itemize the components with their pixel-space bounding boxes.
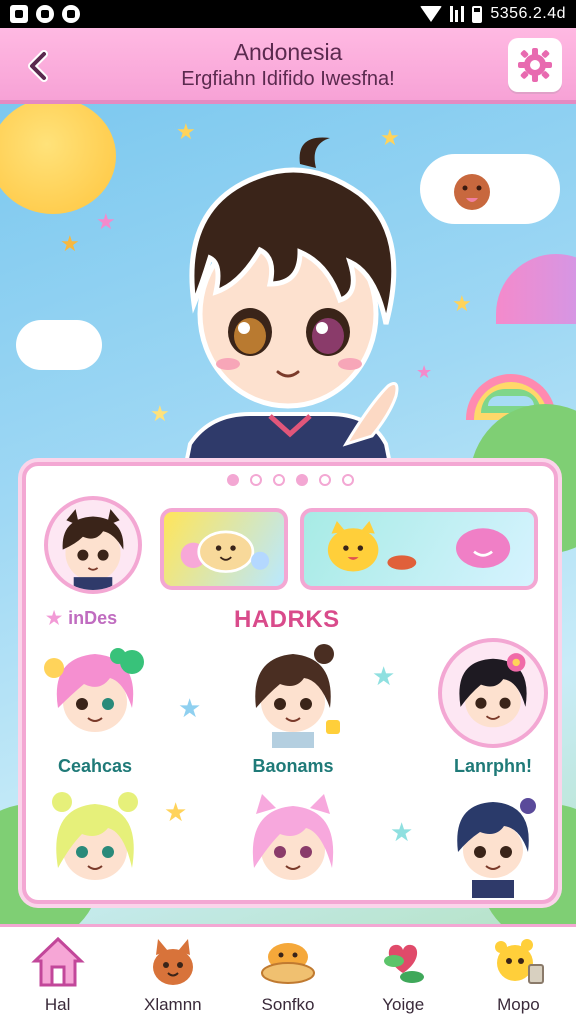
page-subtitle: Ergfiahn Idifido Iwesfna! (181, 68, 395, 90)
hero-character[interactable] (150, 124, 430, 464)
settings-button[interactable] (508, 38, 562, 92)
black-hair-girl-avatar (459, 653, 527, 728)
star-decoration: ★ (164, 798, 188, 828)
bread-pet-icon (180, 530, 270, 573)
section-label-text: inDes (68, 608, 118, 628)
pets-group-icon (327, 521, 511, 572)
pink-cat-ear-girl-avatar (252, 794, 334, 880)
character-card[interactable] (438, 788, 548, 898)
character-card[interactable] (40, 788, 150, 898)
status-bar: 5356.2.4d (0, 0, 576, 28)
nav-label: Sonfko (261, 995, 315, 1014)
house-icon (30, 936, 85, 987)
nav-item-food[interactable]: Sonfko (230, 927, 345, 1024)
page-dot[interactable] (226, 474, 239, 486)
character-card[interactable] (238, 638, 348, 748)
star-decoration: ★ (96, 210, 116, 235)
gear-icon (518, 48, 552, 82)
pet-banner[interactable] (300, 508, 538, 590)
star-decoration: ★ (372, 662, 396, 692)
brown-hair-girl-avatar (255, 644, 340, 748)
nav-label: Yoige (382, 995, 425, 1014)
character-card[interactable] (40, 638, 150, 748)
nav-label: Mopo (497, 995, 540, 1014)
fox-pet-icon (152, 939, 193, 985)
page-dot[interactable] (341, 474, 354, 486)
star-icon: ★ (46, 608, 63, 628)
page-dot[interactable] (318, 474, 331, 486)
navy-hair-boy-avatar (457, 798, 536, 898)
battery-icon (472, 5, 483, 23)
status-time: 5356.2.4d (490, 5, 566, 22)
nav-item-more[interactable]: Mopo (461, 927, 576, 1024)
happy-pet-icon (454, 174, 490, 210)
umbrella-decoration (496, 254, 576, 324)
character-name: Ceahcas (57, 756, 133, 776)
star-decoration: ★ (390, 818, 414, 848)
scene-background: ★ ★ ★ ★ ★ ★ ★ ★ inDes HADRKS ★ ★ Ceahcas… (0, 104, 576, 924)
pink-hair-girl-avatar (44, 648, 144, 732)
character-card[interactable] (238, 788, 348, 898)
page-title: Andonesia (233, 39, 343, 65)
nav-item-pets[interactable]: Xlamnn (115, 927, 230, 1024)
bottom-nav: Hal Xlamnn Sonfko Yoige Mopo (0, 924, 576, 1024)
page-dot[interactable] (249, 474, 262, 486)
content-panel: ★ inDes HADRKS ★ ★ Ceahcas Baonams Lanrp… (22, 462, 558, 904)
section-title: HADRKS (234, 606, 340, 633)
burger-bowl-icon (261, 943, 315, 984)
cloud-decoration (16, 320, 102, 370)
yellow-pet-icon (495, 939, 545, 984)
featured-avatar[interactable] (44, 496, 142, 594)
wifi-icon (420, 6, 443, 22)
heart-plant-icon (384, 944, 425, 983)
character-name: Baonams (252, 756, 334, 776)
pet-app-notification-icon (62, 5, 80, 23)
event-banner[interactable] (160, 508, 288, 590)
nav-item-garden[interactable]: Yoige (346, 927, 461, 1024)
back-arrow-icon (28, 50, 48, 82)
page-dot[interactable] (272, 474, 285, 486)
blonde-hair-girl-avatar (52, 792, 138, 880)
star-decoration: ★ (60, 232, 80, 257)
star-decoration: ★ (452, 292, 472, 317)
app-header: Andonesia Ergfiahn Idifido Iwesfna! (0, 28, 576, 104)
cat-ear-boy-avatar (62, 509, 124, 590)
nav-label: Xlamnn (143, 995, 202, 1014)
signal-icon (450, 6, 465, 22)
character-card-selected[interactable] (438, 638, 548, 748)
section-label: ★ inDes (46, 608, 117, 629)
gallery-notification-icon (10, 5, 28, 23)
nav-label: Hal (44, 995, 71, 1014)
star-decoration: ★ (178, 694, 202, 724)
back-button[interactable] (14, 40, 66, 92)
page-indicator (26, 474, 554, 486)
page-dot-active[interactable] (295, 474, 308, 486)
messenger-notification-icon (36, 5, 54, 23)
sun-decoration (0, 104, 116, 214)
nav-item-home[interactable]: Hal (0, 927, 115, 1024)
character-name: Lanrphn! (454, 756, 532, 776)
